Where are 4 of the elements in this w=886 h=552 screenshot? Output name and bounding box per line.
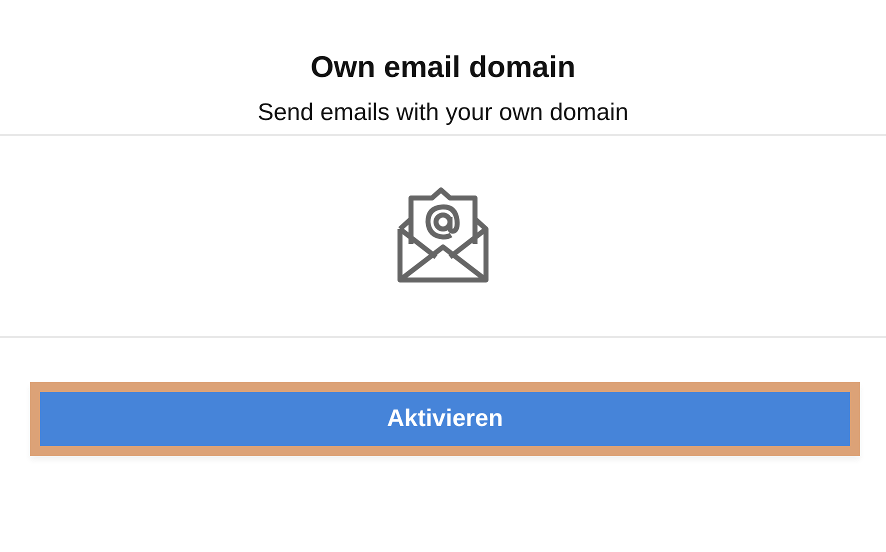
activate-button[interactable]: Aktivieren (30, 382, 860, 456)
title: Own email domain (310, 50, 576, 86)
envelope-icon (396, 187, 490, 285)
subtitle: Send emails with your own domain (258, 98, 628, 128)
